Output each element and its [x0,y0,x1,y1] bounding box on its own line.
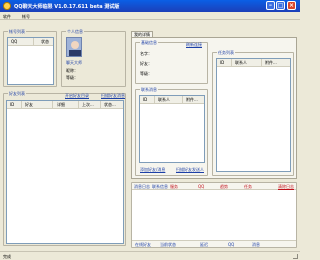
add-friend-msg-link[interactable]: 添加好友/消息 [140,167,165,173]
status-text: 完成 [3,254,11,259]
tab-content: 基础信息 刷新连接 名字： 好友： 等级： 联系消息 ID 联系人 附件... … [131,37,297,179]
column-header-attach[interactable]: 附件... [186,97,198,103]
column-header-contact[interactable]: 联系人 [158,97,170,103]
column-header-attach[interactable]: 附件... [265,60,277,66]
account-list-label: 帐号列表 [8,29,26,35]
friends-label: 好友列表 [8,91,26,97]
log-footer-status: 当前状态 [160,242,176,247]
minimize-button[interactable]: – [266,1,275,10]
tasks-label: 任务列表 [217,50,235,56]
log-footer-messages: 消息 [252,242,260,247]
log-tab-qq[interactable]: QQ [198,184,204,189]
contacts-label: 联系消息 [140,87,158,93]
menu-bar: 软件 帐号 [0,12,300,20]
close-button[interactable]: × [287,1,296,10]
profile-group: 个人信息 聊天大师 昵称： 等级： [61,29,126,87]
column-header-detail[interactable]: 详细 [57,102,65,108]
title-bar: QQ聊天大师临限 V1.0.17.611 beta 测试版 – □ × [0,0,300,12]
friends-table-header: ID 好友 详细 上次... 状态... [7,101,123,109]
tasks-table[interactable]: ID 联系人 附件... [216,58,291,172]
contacts-table[interactable]: ID 联系人 附件... [139,95,205,163]
basic-info-group: 基础信息 刷新连接 名字： 好友： 等级： [135,40,208,84]
contacts-table-header: ID 联系人 附件... [140,96,204,104]
tasks-group: 任务列表 ID 联系人 附件... [212,50,294,176]
avatar-icon [69,41,81,56]
column-header-status[interactable]: 状态 [41,39,49,45]
menu-item-software[interactable]: 软件 [3,14,11,20]
profile-label: 个人信息 [66,29,84,35]
log-footer: 在线好友 当前状态 延迟 QQ 消息 [132,240,296,247]
account-list-group: 帐号列表 QQ 状态 [3,29,57,87]
scan-friend-sender-link[interactable]: 扫描好友发送人 [176,167,204,173]
right-tab-panel: 我的详情 基础信息 刷新连接 名字： 好友： 等级： 联系消息 ID 联系人 附… [131,31,297,179]
tasks-table-header: ID 联系人 附件... [217,59,290,67]
friends-table[interactable]: ID 好友 详细 上次... 状态... [6,100,124,244]
log-footer-online-friends: 在线好友 [135,242,151,247]
column-header-id[interactable]: ID [220,60,224,65]
column-header-contact[interactable]: 联系人 [235,60,247,66]
open-friend-dir-link[interactable]: 开启好友目录 [65,93,89,99]
column-header-id[interactable]: ID [143,97,147,102]
basic-field-name: 名字： [140,51,152,56]
avatar[interactable] [66,37,82,57]
profile-field-nickname: 昵称： [66,68,78,73]
contacts-group: 联系消息 ID 联系人 附件... 添加好友/消息 扫描好友发送人 [135,87,208,176]
resize-grip[interactable] [293,254,298,259]
profile-name: 聊天大师 [66,60,82,65]
column-header-qq[interactable]: QQ [11,39,17,44]
column-header-id[interactable]: ID [10,102,14,107]
basic-field-friends: 好友： [140,61,152,66]
account-list-header: QQ 状态 [8,38,53,46]
menu-item-account[interactable]: 帐号 [22,14,30,20]
log-footer-latency: 延迟 [200,242,208,247]
log-panel: 消息日志 联系信息 服务 QQ 趋势 任务 清除日志 在线好友 当前状态 延迟 … [131,182,297,248]
friends-group: 好友列表 开启好友目录 扫描好友消息 ID 好友 详细 上次... 状态... [3,91,126,246]
log-footer-qq: QQ [228,242,235,247]
basic-info-label: 基础信息 [140,40,158,46]
scan-friend-msg-link[interactable]: 扫描好友消息 [101,93,125,99]
column-header-friend[interactable]: 好友 [25,102,33,108]
maximize-button[interactable]: □ [276,1,285,10]
window-title: QQ聊天大师临限 V1.0.17.611 beta 测试版 [14,4,120,10]
log-header: 消息日志 联系信息 服务 QQ 趋势 任务 清除日志 [132,183,296,190]
app-icon [3,2,11,10]
account-list-table[interactable]: QQ 状态 [7,37,54,85]
status-bar: 完成 [0,251,300,260]
column-header-state[interactable]: 状态... [104,102,116,108]
log-content[interactable] [132,190,296,240]
profile-field-level: 等级： [66,75,78,80]
column-header-last[interactable]: 上次... [82,102,94,108]
refresh-connection-link[interactable]: 刷新连接 [186,42,202,48]
basic-field-level: 等级： [140,71,152,76]
